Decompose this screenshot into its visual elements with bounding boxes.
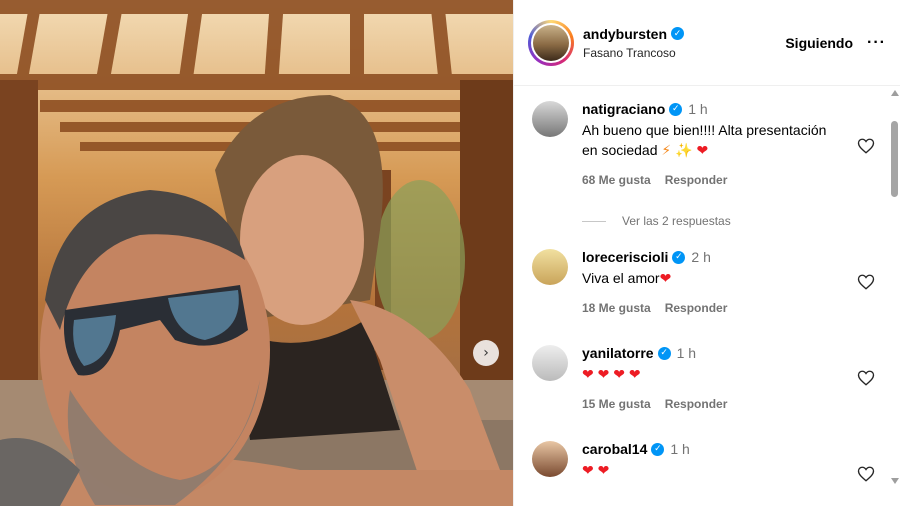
heart-emoji: ❤	[597, 367, 610, 383]
view-replies-label: Ver las 2 respuestas	[622, 214, 731, 228]
commenter-avatar[interactable]	[532, 101, 568, 137]
commenter-username[interactable]: natigraciano	[582, 101, 665, 117]
next-photo-button[interactable]: ›	[473, 340, 499, 366]
heart-outline-icon[interactable]	[857, 137, 875, 155]
lightning-emoji: ⚡	[661, 143, 672, 159]
scroll-down-icon[interactable]	[891, 478, 899, 484]
photo-scene	[0, 0, 513, 506]
following-button[interactable]: Siguiendo	[785, 35, 853, 51]
heart-emoji: ❤	[696, 143, 709, 159]
reply-button[interactable]: Responder	[665, 397, 728, 411]
comment-time[interactable]: 1 h	[670, 441, 689, 457]
scroll-thumb[interactable]	[891, 121, 898, 197]
commenter-username[interactable]: loreceriscioli	[582, 249, 668, 265]
heart-emoji: ❤	[597, 463, 610, 479]
scroll-up-icon[interactable]	[891, 90, 899, 96]
reply-button[interactable]: Responder	[665, 173, 728, 187]
comment-item: carobal14 ✓ 1 h ❤ ❤	[532, 441, 877, 483]
post-photo: ›	[0, 0, 513, 506]
heart-emoji: ❤	[582, 463, 594, 479]
heart-emoji: ❤	[628, 367, 641, 383]
post-sidebar: andybursten ✓ Fasano Trancoso Siguiendo …	[513, 0, 900, 506]
post-header: andybursten ✓ Fasano Trancoso Siguiendo …	[514, 0, 900, 86]
reply-button[interactable]: Responder	[665, 301, 728, 315]
comment-item: loreceriscioli ✓ 2 h Viva el amor❤ 18 Me…	[532, 249, 877, 315]
heart-emoji: ❤	[582, 367, 594, 383]
comment-item: yanilatorre ✓ 1 h ❤ ❤ ❤ ❤ 15 Me gusta Re…	[532, 345, 877, 411]
heart-outline-icon[interactable]	[857, 465, 875, 483]
verified-badge-icon: ✓	[671, 27, 685, 40]
heart-outline-icon[interactable]	[857, 273, 875, 291]
verified-badge-icon: ✓	[669, 102, 683, 116]
verified-badge-icon: ✓	[651, 442, 665, 456]
comment-time[interactable]: 1 h	[688, 101, 707, 117]
comments-scrollbar[interactable]	[888, 87, 900, 506]
comment-likes[interactable]: 18 Me gusta	[582, 301, 651, 315]
author-avatar[interactable]	[533, 24, 569, 61]
post-location[interactable]: Fasano Trancoso	[583, 46, 785, 60]
comment-time[interactable]: 2 h	[691, 249, 710, 265]
commenter-avatar[interactable]	[532, 249, 568, 285]
comment-likes[interactable]: 68 Me gusta	[582, 173, 651, 187]
heart-emoji: ❤	[613, 367, 625, 383]
chevron-right-icon: ›	[483, 345, 489, 361]
comment-text: Viva el amor	[582, 270, 660, 286]
sparkles-emoji: ✨	[675, 143, 693, 159]
comment-item: natigraciano ✓ 1 h Ah bueno que bien!!!!…	[532, 101, 877, 187]
verified-badge-icon: ✓	[672, 250, 686, 264]
commenter-username[interactable]: carobal14	[582, 441, 647, 457]
comments-list: natigraciano ✓ 1 h Ah bueno que bien!!!!…	[514, 87, 886, 506]
comment-time[interactable]: 1 h	[677, 345, 696, 361]
more-options-icon[interactable]: ···	[867, 34, 886, 52]
heart-outline-icon[interactable]	[857, 369, 875, 387]
author-username[interactable]: andybursten	[583, 26, 667, 42]
commenter-username[interactable]: yanilatorre	[582, 345, 654, 361]
comment-likes[interactable]: 15 Me gusta	[582, 397, 651, 411]
heart-emoji: ❤	[659, 271, 672, 287]
commenter-avatar[interactable]	[532, 345, 568, 381]
commenter-avatar[interactable]	[532, 441, 568, 477]
story-ring[interactable]	[528, 19, 574, 66]
view-replies-button[interactable]: Ver las 2 respuestas	[582, 214, 731, 228]
verified-badge-icon: ✓	[657, 346, 671, 360]
